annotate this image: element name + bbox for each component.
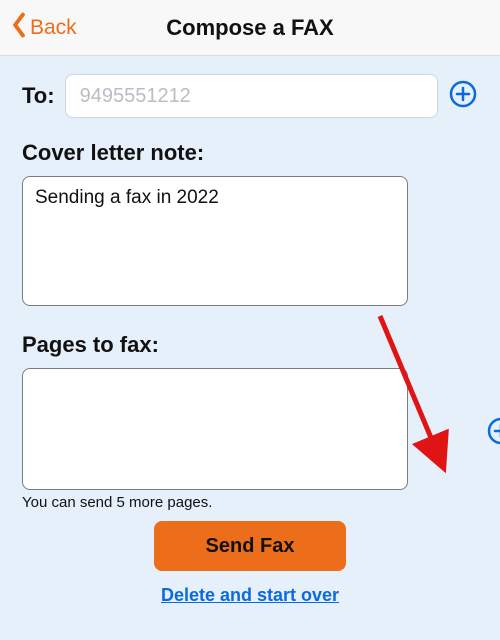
pages-row bbox=[22, 368, 478, 490]
to-label: To: bbox=[22, 83, 55, 109]
cover-note-label: Cover letter note: bbox=[22, 140, 478, 166]
delete-start-over-link[interactable]: Delete and start over bbox=[22, 585, 478, 606]
add-page-button[interactable] bbox=[486, 418, 500, 448]
chevron-left-icon bbox=[10, 12, 28, 44]
to-input[interactable] bbox=[65, 74, 438, 118]
compose-content: To: Cover letter note: Pages to fax: bbox=[0, 56, 500, 640]
pages-remaining-text: You can send 5 more pages. bbox=[22, 494, 478, 511]
to-row: To: bbox=[22, 74, 478, 118]
send-fax-button[interactable]: Send Fax bbox=[154, 521, 346, 571]
plus-circle-icon bbox=[449, 80, 477, 113]
plus-circle-icon bbox=[487, 417, 500, 450]
nav-bar: Back Compose a FAX bbox=[0, 0, 500, 56]
pages-label: Pages to fax: bbox=[22, 332, 478, 358]
back-button[interactable]: Back bbox=[10, 12, 77, 44]
pages-box[interactable] bbox=[22, 368, 408, 490]
back-label: Back bbox=[30, 16, 77, 40]
add-recipient-button[interactable] bbox=[448, 81, 478, 111]
cover-note-input[interactable] bbox=[22, 176, 408, 306]
